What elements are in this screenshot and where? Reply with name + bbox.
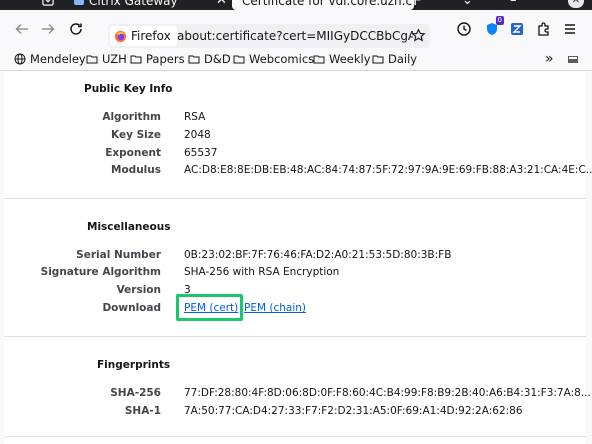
firefox-icon: [114, 30, 127, 42]
tab-citrix-gateway[interactable]: Citrix Gateway: [74, 0, 214, 10]
value-sha256: 77:DF:28:80:4F:8D:06:8D:0F:F8:60:4C:B4:9…: [184, 387, 591, 399]
label-sha256: SHA-256: [110, 387, 161, 399]
folder-icon: [372, 55, 384, 64]
globe-icon: [14, 53, 26, 65]
section-title-public-key: Public Key Info: [84, 83, 173, 95]
identity-box[interactable]: Firefox: [110, 26, 177, 46]
tab-strip: Citrix Gateway ✕ Certificate for vdi.cor…: [0, 0, 592, 10]
label-signature-algorithm: Signature Algorithm: [40, 266, 161, 278]
bookmark-label: UZH: [102, 52, 127, 66]
folder-icon: [313, 55, 325, 64]
zotero-icon: [511, 23, 523, 35]
chevron-down-icon[interactable]: ⌄: [462, 0, 473, 10]
value-key-size: 2048: [184, 129, 211, 141]
bookmark-label: D&D: [204, 52, 231, 66]
download-pem-chain-link[interactable]: PEM (chain): [244, 302, 306, 314]
label-modulus: Modulus: [111, 164, 161, 176]
identity-label: Firefox: [131, 29, 171, 43]
extension-badge: 0: [495, 16, 504, 25]
citrix-icon: [74, 0, 84, 5]
section-divider: [4, 436, 586, 437]
close-tab-icon[interactable]: ✕: [216, 0, 227, 10]
label-sha1: SHA-1: [124, 405, 161, 417]
value-sha1: 7A:50:77:CA:D4:27:33:F7:F2:D2:31:A5:0F:6…: [184, 405, 523, 417]
other-bookmarks-icon[interactable]: [567, 51, 579, 67]
tab-label: Certificate for vdi.core.uzh.c: [242, 0, 413, 8]
reload-icon: [70, 23, 82, 35]
bookmark-webcomics[interactable]: Webcomics: [233, 51, 314, 67]
label-key-size: Key Size: [111, 129, 161, 141]
bookmark-weekly[interactable]: Weekly: [313, 51, 371, 67]
history-button[interactable]: [452, 17, 476, 41]
label-download: Download: [102, 302, 161, 314]
certificate-card: Public Key Info Algorithm RSA Key Size 2…: [4, 71, 592, 444]
section-divider: [4, 198, 586, 199]
value-algorithm: RSA: [184, 111, 206, 123]
tab-label: Citrix Gateway: [89, 0, 178, 8]
arrow-right-icon: [42, 23, 55, 35]
highlight-box: [176, 294, 243, 321]
url-bar[interactable]: Firefox about:certificate?cert=MIIGyDCCB…: [108, 24, 430, 48]
value-serial-number: 0B:23:02:BF:7F:76:46:FA:D2:A0:21:53:5D:8…: [184, 249, 452, 261]
minimize-icon[interactable]: –: [510, 0, 517, 10]
zotero-button[interactable]: [505, 17, 529, 41]
bookmark-daily[interactable]: Daily: [372, 51, 417, 67]
navigation-toolbar: Firefox about:certificate?cert=MIIGyDCCB…: [0, 10, 592, 48]
back-button[interactable]: [10, 17, 34, 41]
label-algorithm: Algorithm: [102, 111, 161, 123]
arrow-left-icon: [15, 23, 28, 35]
value-signature-algorithm: SHA-256 with RSA Encryption: [184, 266, 340, 278]
hamburger-icon: [565, 24, 575, 34]
page-content: Public Key Info Algorithm RSA Key Size 2…: [0, 71, 592, 444]
tab-certificate[interactable]: Certificate for vdi.core.uzh.c: [232, 0, 414, 10]
bookmark-mendeley[interactable]: Mendeley: [14, 51, 86, 67]
label-serial-number: Serial Number: [76, 249, 161, 261]
label-exponent: Exponent: [105, 147, 161, 159]
bookmark-dnd[interactable]: D&D: [188, 51, 231, 67]
close-window-icon[interactable]: ✕: [568, 0, 584, 8]
bookmark-label: Webcomics: [249, 52, 315, 66]
bookmarks-overflow-icon[interactable]: »: [545, 51, 554, 67]
folder-icon: [233, 55, 245, 64]
extensions-button[interactable]: [532, 17, 556, 41]
bookmark-label: Papers: [146, 52, 185, 66]
value-modulus: AC:D8:E8:8E:DB:EB:48:AC:84:74:87:5F:72:9…: [184, 164, 592, 176]
bookmark-uzh[interactable]: UZH: [86, 51, 127, 67]
bookmark-label: Daily: [388, 52, 418, 66]
tab-list-icon[interactable]: [42, 0, 56, 10]
value-exponent: 65537: [184, 147, 218, 159]
url-text[interactable]: about:certificate?cert=MIIGyDCCBbCgAwIBA…: [177, 24, 413, 48]
bookmark-star-icon[interactable]: [411, 28, 426, 47]
reload-button[interactable]: [64, 17, 88, 41]
section-title-misc: Miscellaneous: [87, 221, 171, 233]
new-tab-icon[interactable]: +: [408, 0, 422, 9]
menu-button[interactable]: [558, 17, 582, 41]
bookmarks-toolbar: Mendeley UZH Papers D&D Webcomics Weekly…: [0, 48, 592, 71]
bookmark-papers[interactable]: Papers: [130, 51, 185, 67]
forward-button[interactable]: [36, 17, 60, 41]
folder-icon: [130, 55, 142, 64]
section-divider: [4, 336, 586, 337]
label-version: Version: [116, 284, 161, 296]
puzzle-icon: [538, 22, 549, 36]
section-title-fingerprints: Fingerprints: [97, 359, 171, 371]
bookmark-label: Weekly: [329, 52, 371, 66]
folder-icon: [188, 55, 200, 64]
folder-icon: [86, 55, 98, 64]
clock-icon: [457, 22, 471, 36]
bookmark-label: Mendeley: [30, 52, 86, 66]
extension-button[interactable]: 0: [480, 16, 504, 41]
